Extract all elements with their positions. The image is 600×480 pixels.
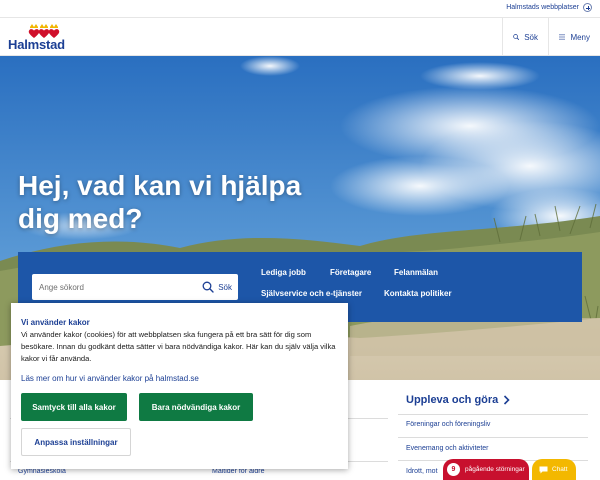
disturbances-label: pågående störningar <box>465 466 525 473</box>
uppleva-heading: Uppleva och göra <box>406 394 499 406</box>
cookie-dialog: Vi använder kakor Vi använder kakor (coo… <box>11 303 348 469</box>
quick-link-kontakta-politiker[interactable]: Kontakta politiker <box>384 289 452 298</box>
chat-bubble-icon <box>539 466 548 473</box>
disturbances-count: 9 <box>447 463 460 476</box>
header-menu-label: Meny <box>570 32 590 42</box>
cookie-title: Vi använder kakor <box>21 318 90 327</box>
quick-link-felanmalan[interactable]: Felanmälan <box>394 268 438 277</box>
hamburger-icon <box>559 34 566 40</box>
search-input[interactable] <box>32 274 192 300</box>
uppleva-divider <box>398 414 588 415</box>
hero-title: Hej, vad kan vi hjälpa dig med? <box>18 170 302 234</box>
link-evenemang[interactable]: Evenemang och aktiviteter <box>406 445 489 452</box>
plus-icon <box>583 3 592 12</box>
chat-label: Chatt <box>552 466 568 473</box>
hearts-crown-icon <box>28 24 60 38</box>
search-submit-button[interactable]: Sök <box>202 274 232 300</box>
logo-wordmark: Halmstad <box>8 37 65 52</box>
sites-label: Halmstads webbplatser <box>506 4 579 11</box>
header-search-label: Sök <box>524 32 538 42</box>
customize-cookies-button[interactable]: Anpassa inställningar <box>21 428 131 456</box>
chat-button[interactable]: Chatt <box>532 459 576 480</box>
utility-bar: Halmstads webbplatser <box>0 0 600 18</box>
search-icon <box>513 34 520 40</box>
search-field-wrapper: Sök <box>32 274 238 300</box>
uppleva-heading-link[interactable]: Uppleva och göra <box>406 394 510 406</box>
necessary-cookies-button[interactable]: Bara nödvändiga kakor <box>139 393 253 421</box>
search-icon <box>202 281 214 293</box>
halmstad-logo[interactable]: Halmstad <box>8 24 68 54</box>
cookie-description: Vi använder kakor (cookies) för att webb… <box>21 330 336 363</box>
quick-link-lediga-jobb[interactable]: Lediga jobb <box>261 268 306 277</box>
quick-link-sjalvservice[interactable]: Självservice och e-tjänster <box>261 289 362 298</box>
chevron-right-icon <box>504 395 510 405</box>
cookie-read-more-link[interactable]: Läs mer om hur vi använder kakor på halm… <box>21 374 199 383</box>
sites-link[interactable]: Halmstads webbplatser <box>506 3 592 12</box>
link-foreningar[interactable]: Föreningar och föreningsliv <box>406 421 490 428</box>
link-maltider-for-aldre[interactable]: Måltider för äldre <box>212 468 265 475</box>
disturbances-button[interactable]: 9 pågående störningar <box>443 459 529 480</box>
accept-all-cookies-button[interactable]: Samtyck till alla kakor <box>21 393 127 421</box>
site-header: Halmstad Sök Meny <box>0 18 600 56</box>
quick-link-foretagare[interactable]: Företagare <box>330 268 371 277</box>
header-search-button[interactable]: Sök <box>502 18 548 56</box>
uppleva-divider <box>398 437 588 438</box>
search-submit-label: Sök <box>218 282 232 292</box>
link-gymnasieskola[interactable]: Gymnasieskola <box>18 468 66 475</box>
link-idrott[interactable]: Idrott, mot <box>406 468 438 475</box>
header-menu-button[interactable]: Meny <box>548 18 600 56</box>
